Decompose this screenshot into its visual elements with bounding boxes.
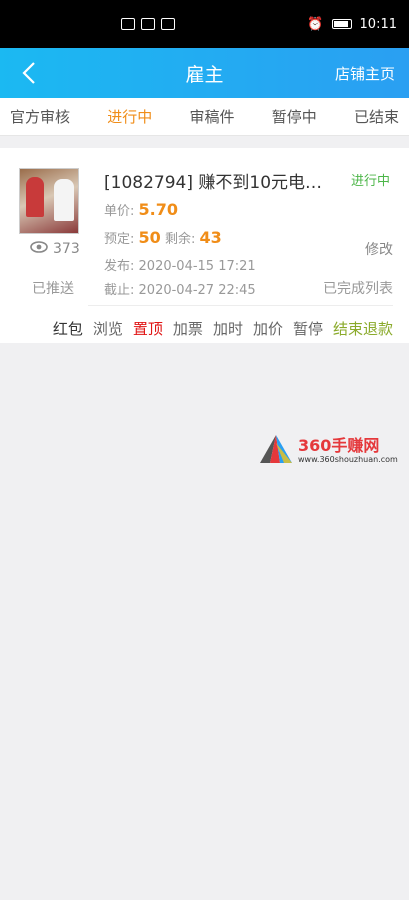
deadline-label: 截止: bbox=[104, 283, 135, 298]
quota-line: 预定: 50 剩余: 43 bbox=[104, 228, 222, 247]
hd-icon bbox=[121, 18, 136, 30]
price-label: 单价: bbox=[104, 204, 135, 219]
divider bbox=[88, 305, 393, 306]
pushed-status: 已推送 bbox=[32, 281, 74, 297]
status-badge: 进行中 bbox=[350, 174, 390, 189]
published-label: 发布: bbox=[104, 259, 135, 274]
raise-price-button[interactable]: 加价 bbox=[253, 318, 283, 339]
end-refund-button[interactable]: 结束退款 bbox=[333, 318, 393, 339]
eye-icon bbox=[30, 241, 48, 257]
published-line: 发布: 2020-04-15 17:21 bbox=[104, 255, 256, 274]
status-bar: ⏰ 10:11 bbox=[0, 0, 409, 48]
add-tickets-button[interactable]: 加票 bbox=[173, 318, 203, 339]
clock: 10:11 bbox=[359, 16, 397, 32]
battery-icon bbox=[331, 19, 352, 29]
wifi-icon bbox=[161, 18, 176, 30]
browse-button[interactable]: 浏览 bbox=[93, 318, 123, 339]
status-icons bbox=[121, 18, 176, 30]
task-actions: 红包 浏览 置顶 加票 加时 加价 暂停 结束退款 bbox=[53, 318, 393, 339]
price-line: 单价: 5.70 bbox=[104, 200, 178, 219]
tab-in-progress[interactable]: 进行中 bbox=[107, 106, 152, 127]
red-packet-button[interactable]: 红包 bbox=[53, 318, 83, 339]
published-value: 2020-04-15 17:21 bbox=[138, 259, 256, 274]
pin-top-button[interactable]: 置顶 bbox=[133, 318, 163, 339]
watermark: 360手赚网 www.360shouzhuan.com bbox=[258, 433, 398, 469]
view-count: 373 bbox=[30, 241, 80, 257]
remaining-label: 剩余: bbox=[164, 232, 196, 247]
tab-official-review[interactable]: 官方审核 bbox=[10, 106, 70, 127]
edit-button[interactable]: 修改 bbox=[365, 239, 393, 259]
view-count-value: 373 bbox=[53, 241, 80, 257]
deadline-line: 截止: 2020-04-27 22:45 bbox=[104, 279, 256, 298]
watermark-name: 360手赚网 bbox=[298, 436, 380, 455]
watermark-logo-icon bbox=[258, 433, 294, 469]
task-title[interactable]: [1082794] 赚不到10元电… bbox=[104, 168, 329, 193]
price-value: 5.70 bbox=[138, 200, 179, 219]
back-icon[interactable] bbox=[14, 58, 44, 88]
deadline-value: 2020-04-27 22:45 bbox=[138, 283, 256, 298]
status-tabs: 官方审核 进行中 审稿件 暂停中 已结束 bbox=[0, 98, 409, 136]
add-time-button[interactable]: 加时 bbox=[213, 318, 243, 339]
header: 雇主 店铺主页 bbox=[0, 48, 409, 98]
alarm-icon: ⏰ bbox=[307, 16, 324, 32]
task-card: 373 已推送 [1082794] 赚不到10元电… 进行中 单价: 5.70 … bbox=[0, 148, 409, 343]
completed-list-link[interactable]: 已完成列表 bbox=[323, 278, 393, 298]
booked-value: 50 bbox=[138, 228, 161, 247]
tab-paused[interactable]: 暂停中 bbox=[272, 106, 317, 127]
store-home-link[interactable]: 店铺主页 bbox=[335, 63, 395, 84]
pause-button[interactable]: 暂停 bbox=[293, 318, 323, 339]
task-thumbnail[interactable] bbox=[19, 168, 79, 234]
booked-label: 预定: bbox=[104, 232, 135, 247]
tab-ended[interactable]: 已结束 bbox=[354, 106, 399, 127]
signal-icon bbox=[141, 18, 156, 30]
remaining-value: 43 bbox=[199, 228, 222, 247]
watermark-url: www.360shouzhuan.com bbox=[298, 455, 398, 464]
tab-review-submissions[interactable]: 审稿件 bbox=[189, 106, 234, 127]
